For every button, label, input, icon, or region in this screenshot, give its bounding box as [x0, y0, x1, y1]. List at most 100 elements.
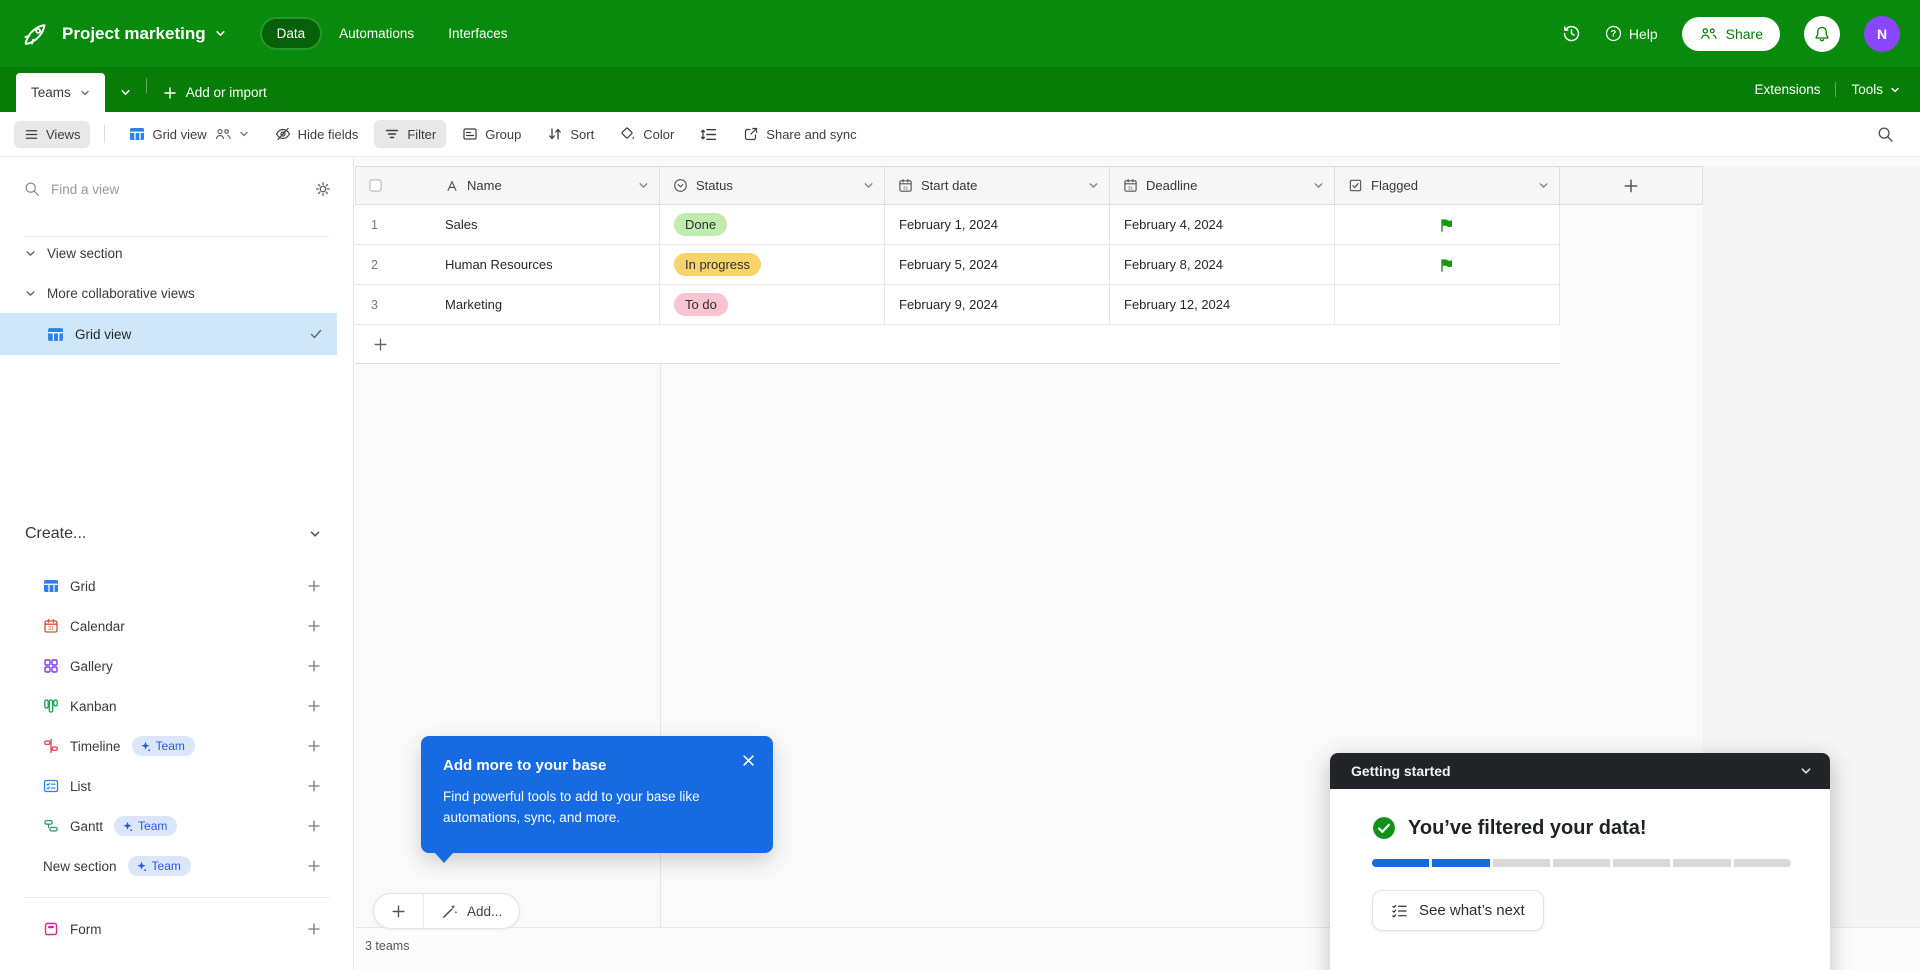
- plus-icon[interactable]: [307, 819, 321, 833]
- plus-icon[interactable]: [307, 739, 321, 753]
- share-and-sync-button[interactable]: Share and sync: [733, 120, 866, 148]
- cell-name[interactable]: 1 Sales: [355, 205, 660, 245]
- column-header-start-date[interactable]: 31 Start date: [885, 166, 1110, 205]
- create-item-kanban[interactable]: Kanban: [0, 686, 353, 726]
- close-icon[interactable]: [742, 754, 755, 767]
- notifications-button[interactable]: [1804, 16, 1840, 52]
- add-field-button[interactable]: [1560, 166, 1703, 205]
- create-item-gallery[interactable]: Gallery: [0, 646, 353, 686]
- group-button[interactable]: Group: [452, 120, 531, 148]
- create-item-gantt[interactable]: Gantt Team: [0, 806, 353, 846]
- column-label: Start date: [921, 178, 977, 193]
- base-title-menu[interactable]: Project marketing: [62, 24, 226, 44]
- table-row[interactable]: 1 Sales Done February 1, 2024 February 4…: [355, 205, 1560, 245]
- tools-button[interactable]: Tools: [1851, 82, 1900, 97]
- chevron-down-icon[interactable]: [1538, 180, 1549, 191]
- table-row[interactable]: 3 Marketing To do February 9, 2024 Febru…: [355, 285, 1560, 325]
- create-item-timeline[interactable]: Timeline Team: [0, 726, 353, 766]
- table-row[interactable]: 2 Human Resources In progress February 5…: [355, 245, 1560, 285]
- share-button[interactable]: Share: [1682, 17, 1780, 51]
- plus-icon[interactable]: [307, 779, 321, 793]
- filter-button[interactable]: Filter: [374, 120, 446, 148]
- cell-start-date[interactable]: February 1, 2024: [885, 205, 1110, 245]
- row-height-icon: [700, 126, 717, 143]
- date-value: February 8, 2024: [1124, 257, 1223, 272]
- divider: [104, 125, 105, 143]
- create-item-label: Form: [70, 922, 102, 937]
- sidebar-section-more-collaborative-views[interactable]: More collaborative views: [0, 279, 353, 307]
- hide-fields-label: Hide fields: [298, 127, 359, 142]
- gear-icon[interactable]: [315, 181, 331, 197]
- team-badge: Team: [114, 816, 177, 836]
- cell-start-date[interactable]: February 5, 2024: [885, 245, 1110, 285]
- help-button[interactable]: ? Help: [1605, 25, 1658, 42]
- column-header-deadline[interactable]: 31 Deadline: [1110, 166, 1335, 205]
- avatar[interactable]: N: [1864, 16, 1900, 52]
- tab-interfaces[interactable]: Interfaces: [433, 19, 522, 48]
- color-button[interactable]: Color: [610, 120, 684, 148]
- milestone-label: You’ve filtered your data!: [1408, 817, 1647, 840]
- create-item-new-section[interactable]: New section Team: [0, 846, 353, 886]
- getting-started-header[interactable]: Getting started: [1330, 753, 1830, 789]
- sidebar-item-grid-view-selected[interactable]: Grid view: [0, 313, 337, 355]
- create-view-list: Grid 31 Calendar Gallery Kanban: [0, 566, 353, 949]
- chevron-down-icon[interactable]: [638, 180, 649, 191]
- cell-flagged[interactable]: [1335, 245, 1560, 285]
- section-label: View section: [47, 246, 123, 261]
- sidebar-section-view-section[interactable]: View section: [0, 239, 353, 267]
- chevron-down-icon[interactable]: [863, 180, 874, 191]
- cell-deadline[interactable]: February 4, 2024: [1110, 205, 1335, 245]
- airtable-base-window: Project marketing Data Automations Inter…: [0, 0, 1920, 970]
- cell-name[interactable]: 3 Marketing: [355, 285, 660, 325]
- cell-start-date[interactable]: February 9, 2024: [885, 285, 1110, 325]
- create-item-list[interactable]: List: [0, 766, 353, 806]
- plus-icon[interactable]: [307, 579, 321, 593]
- timeline-icon: [43, 738, 59, 754]
- table-list-dropdown[interactable]: [105, 73, 146, 112]
- create-item-form[interactable]: Form: [0, 909, 353, 949]
- tab-data[interactable]: Data: [262, 19, 321, 48]
- ai-add-button[interactable]: Add...: [424, 894, 519, 928]
- add-record-button[interactable]: [374, 894, 424, 928]
- plus-icon[interactable]: [307, 922, 321, 936]
- select-all-checkbox[interactable]: [369, 179, 382, 192]
- plus-icon[interactable]: [307, 659, 321, 673]
- create-item-calendar[interactable]: 31 Calendar: [0, 606, 353, 646]
- cell-status[interactable]: To do: [660, 285, 885, 325]
- cell-flagged[interactable]: [1335, 285, 1560, 325]
- extensions-button[interactable]: Extensions: [1754, 82, 1820, 97]
- create-section-header[interactable]: Create...: [25, 520, 321, 548]
- column-header-flagged[interactable]: Flagged: [1335, 166, 1560, 205]
- create-item-grid[interactable]: Grid: [0, 566, 353, 606]
- find-view-input[interactable]: [51, 182, 304, 197]
- hamburger-icon: [24, 127, 39, 142]
- search-icon[interactable]: [1865, 120, 1906, 149]
- chevron-down-icon[interactable]: [1088, 180, 1099, 191]
- plus-icon[interactable]: [307, 859, 321, 873]
- see-whats-next-button[interactable]: See what’s next: [1372, 890, 1544, 931]
- views-toggle-button[interactable]: Views: [14, 121, 90, 148]
- cell-flagged[interactable]: [1335, 205, 1560, 245]
- chevron-down-icon[interactable]: [1313, 180, 1324, 191]
- cell-name[interactable]: 2 Human Resources: [355, 245, 660, 285]
- cell-status[interactable]: In progress: [660, 245, 885, 285]
- column-guide-line: [660, 364, 661, 970]
- hide-fields-button[interactable]: Hide fields: [265, 120, 369, 148]
- grid-view-button[interactable]: Grid view: [119, 120, 258, 148]
- row-height-button[interactable]: [690, 120, 727, 149]
- add-or-import-button[interactable]: Add or import: [151, 73, 279, 112]
- column-header-status[interactable]: Status: [660, 166, 885, 205]
- add-record-row[interactable]: [355, 325, 1560, 364]
- plus-icon[interactable]: [307, 699, 321, 713]
- plus-icon[interactable]: [307, 619, 321, 633]
- history-icon[interactable]: [1562, 24, 1581, 43]
- sort-button[interactable]: Sort: [537, 120, 604, 148]
- cell-deadline[interactable]: February 8, 2024: [1110, 245, 1335, 285]
- flag-icon: [1439, 217, 1455, 233]
- cell-deadline[interactable]: February 12, 2024: [1110, 285, 1335, 325]
- cell-status[interactable]: Done: [660, 205, 885, 245]
- progress-segment: [1673, 859, 1730, 867]
- tab-automations[interactable]: Automations: [324, 19, 429, 48]
- column-header-name[interactable]: Name: [355, 166, 660, 205]
- table-tab-teams[interactable]: Teams: [16, 73, 105, 112]
